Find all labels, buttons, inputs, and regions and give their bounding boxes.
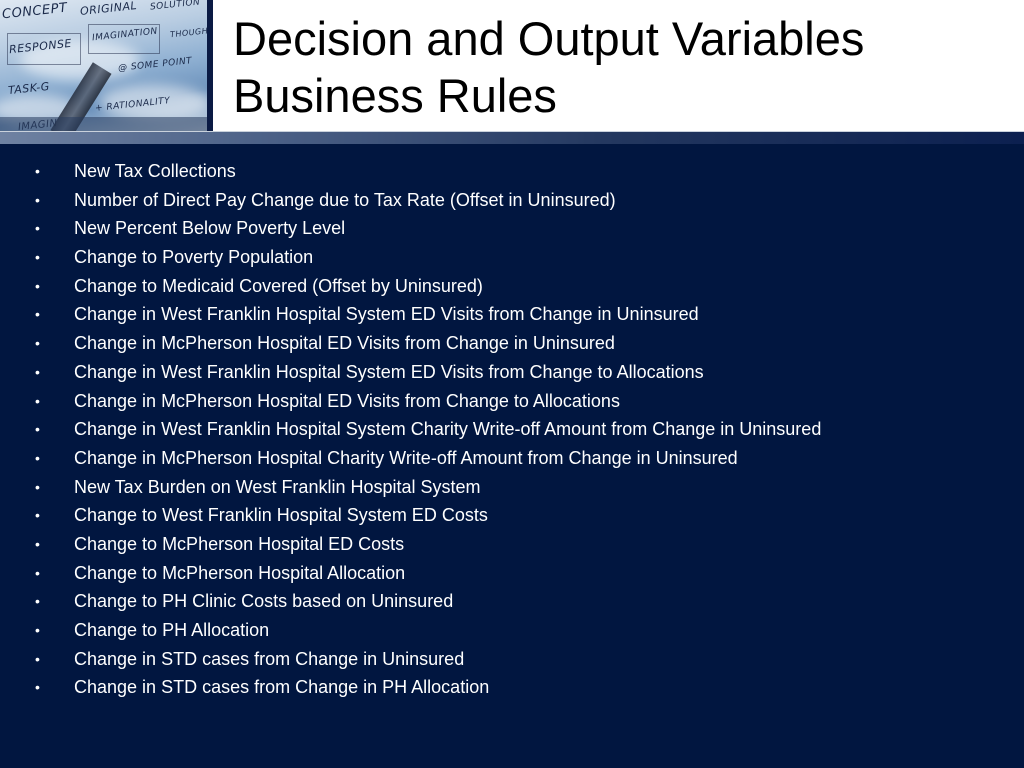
scrawl-word: SOLUTION (149, 0, 201, 13)
list-item: • Change to West Franklin Hospital System… (0, 501, 1024, 530)
scrawl-word: CONCEPT (1, 0, 69, 23)
list-item-text: New Tax Burden on West Franklin Hospital… (74, 476, 481, 497)
list-item-text: Change to Medicaid Covered (Offset by Un… (74, 275, 483, 296)
list-item-text: Change to McPherson Hospital Allocation (74, 562, 406, 583)
list-item-text: Number of Direct Pay Change due to Tax R… (74, 189, 616, 210)
title-area: Decision and Output Variables Business R… (213, 0, 1024, 131)
list-item: • Change to Poverty Population (0, 243, 1024, 272)
list-item: • Change in West Franklin Hospital System… (0, 300, 1024, 329)
list-item: • New Percent Below Poverty Level (0, 214, 1024, 243)
bullet-icon: • (35, 392, 40, 409)
bullet-list: • New Tax Collections • Number of Direct Pa… (0, 157, 1024, 702)
list-item-text: Change to PH Clinic Costs based on Unins… (74, 591, 454, 612)
title-line-2: Business Rules (233, 69, 557, 122)
bullet-icon: • (35, 535, 40, 552)
list-item-text: New Percent Below Poverty Level (74, 218, 346, 239)
list-item-text: Change in McPherson Hospital ED Visits f… (74, 333, 615, 354)
header-gradient-band (0, 131, 1024, 144)
bullet-icon: • (35, 277, 40, 294)
scrawl-word: ORIGINAL (79, 0, 138, 18)
list-item: • Change to McPherson Hospital ED Costs (0, 530, 1024, 559)
bullet-icon: • (35, 163, 40, 179)
list-item: • Change in McPherson Hospital ED Visits … (0, 387, 1024, 416)
bullet-icon: • (35, 478, 40, 495)
list-item: • Change in STD cases from Change in PH A… (0, 673, 1024, 702)
bullet-icon: • (35, 593, 40, 610)
bullet-icon: • (35, 335, 40, 352)
bullet-icon: • (35, 363, 40, 380)
list-item-text: Change in STD cases from Change in PH Al… (74, 677, 490, 698)
list-item-text: Change to McPherson Hospital ED Costs (74, 533, 405, 554)
list-item: • Change in West Franklin Hospital System… (0, 358, 1024, 387)
list-item: • New Tax Burden on West Franklin Hospita… (0, 473, 1024, 502)
list-item-text: Change in McPherson Hospital Charity Wri… (74, 447, 738, 468)
bullet-icon: • (35, 507, 40, 524)
list-item: • Number of Direct Pay Change due to Tax … (0, 186, 1024, 215)
bullet-icon: • (35, 306, 40, 323)
bullet-icon: • (35, 249, 40, 266)
bullet-icon: • (35, 679, 40, 696)
list-item-text: Change in West Franklin Hospital System … (74, 304, 699, 325)
list-item: • Change to Medicaid Covered (Offset by U… (0, 272, 1024, 301)
list-item: • Change in West Franklin Hospital System… (0, 415, 1024, 444)
bullet-icon: • (35, 449, 40, 466)
bullet-icon: • (35, 650, 40, 667)
bullet-icon: • (35, 191, 40, 208)
scrawl-word: THOUGHT (169, 25, 207, 40)
list-item-text: Change to West Franklin Hospital System … (74, 505, 488, 526)
slide-title: Decision and Output Variables Business R… (233, 10, 864, 124)
list-item-text: Change to Poverty Population (74, 247, 314, 268)
list-item: • Change in McPherson Hospital Charity Wr… (0, 444, 1024, 473)
bullet-icon: • (35, 421, 40, 438)
bullet-icon: • (35, 622, 40, 638)
list-item-text: Change to PH Allocation (74, 620, 270, 640)
bullet-icon: • (35, 564, 40, 581)
photo-bottom-fade (0, 117, 207, 131)
list-item: • Change to McPherson Hospital Allocation (0, 559, 1024, 588)
list-item-text: Change in West Franklin Hospital System … (74, 361, 704, 382)
list-item: • Change to PH Clinic Costs based on Unin… (0, 587, 1024, 616)
bullet-icon: • (35, 220, 40, 237)
title-line-1: Decision and Output Variables (233, 12, 865, 65)
list-item-text: Change in STD cases from Change in Unins… (74, 648, 465, 669)
header-photo: CONCEPT ORIGINAL SOLUTION RESPONSE IMAGI… (0, 0, 207, 131)
list-item-text: Change in McPherson Hospital ED Visits f… (74, 390, 620, 411)
list-item: • Change in STD cases from Change in Unin… (0, 645, 1024, 674)
list-item: • Change in McPherson Hospital ED Visits … (0, 329, 1024, 358)
list-item: • New Tax Collections (0, 157, 1024, 186)
list-item-text: New Tax Collections (74, 161, 236, 181)
list-item: • Change to PH Allocation (0, 616, 1024, 645)
list-item-text: Change in West Franklin Hospital System … (74, 419, 822, 440)
